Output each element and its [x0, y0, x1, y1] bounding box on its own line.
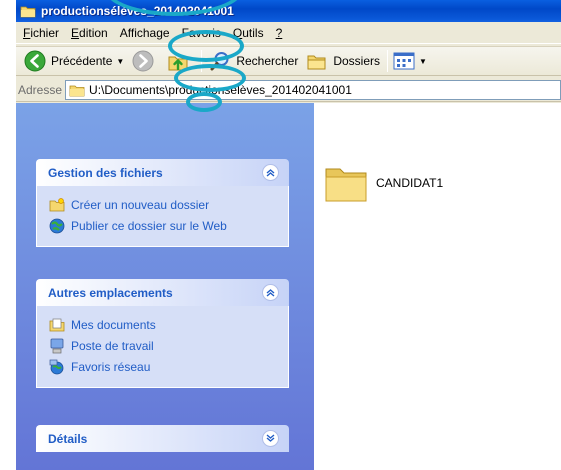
chevron-down-icon[interactable]: ▼: [116, 57, 124, 66]
other-places-title: Autres emplacements: [48, 285, 173, 300]
file-tasks-header[interactable]: Gestion des fichiers: [36, 159, 289, 186]
task-new-folder-label: Créer un nouveau dossier: [71, 197, 210, 212]
toolbar: Précédente ▼ Rechercher Dossiers ▼: [16, 46, 561, 76]
title-bar[interactable]: productionsélèves_201402041001: [16, 0, 561, 22]
back-label: Précédente: [51, 54, 113, 68]
toolbar-separator: [201, 50, 203, 72]
collapse-icon[interactable]: [262, 284, 279, 301]
place-my-documents[interactable]: Mes documents: [49, 314, 278, 335]
details-header[interactable]: Détails: [36, 425, 289, 452]
folder-icon: [20, 6, 36, 18]
explorer-window: productionsélèves_201402041001 Fichier E…: [16, 0, 561, 470]
folders-icon: [307, 55, 326, 70]
folder-icon: [69, 85, 85, 96]
task-pane: Gestion des fichiers Créer un nouveau do…: [16, 103, 314, 470]
menu-edit[interactable]: Edition: [66, 26, 113, 40]
other-places-panel: Autres emplacements Mes documents Poste …: [36, 279, 289, 388]
up-folder-button[interactable]: [163, 48, 198, 74]
task-publish-web[interactable]: Publier ce dossier sur le Web: [49, 215, 278, 236]
up-folder-icon: [168, 56, 188, 71]
menu-favorites[interactable]: Favoris: [177, 26, 226, 40]
views-button[interactable]: ▼: [391, 49, 429, 73]
address-label: Adresse: [18, 82, 63, 97]
other-places-body: Mes documents Poste de travail Favoris r…: [36, 306, 289, 388]
place-my-computer-label: Poste de travail: [71, 338, 154, 353]
toolbar-separator: [387, 50, 389, 72]
folders-button[interactable]: Dossiers: [302, 48, 384, 74]
chevron-down-icon[interactable]: ▼: [419, 57, 427, 66]
folders-label: Dossiers: [333, 54, 381, 68]
task-new-folder[interactable]: Créer un nouveau dossier: [49, 194, 278, 215]
network-places-icon: [49, 359, 64, 374]
expand-icon[interactable]: [262, 430, 279, 447]
menu-help[interactable]: ?: [271, 26, 288, 40]
other-places-header[interactable]: Autres emplacements: [36, 279, 289, 306]
place-network[interactable]: Favoris réseau: [49, 356, 278, 377]
folder-icon: [325, 168, 367, 202]
file-list-pane: CANDIDAT1: [314, 103, 561, 470]
new-folder-icon: [49, 197, 65, 211]
forward-button[interactable]: [128, 48, 163, 74]
folder-name: CANDIDAT1: [376, 176, 444, 190]
forward-arrow-icon: [132, 50, 154, 72]
views-icon: [393, 52, 415, 70]
place-my-documents-label: Mes documents: [71, 317, 156, 332]
place-network-label: Favoris réseau: [71, 359, 151, 374]
address-bar: Adresse U:\Documents\productionsélèves_2…: [16, 78, 561, 102]
my-documents-icon: [49, 318, 65, 331]
details-title: Détails: [48, 431, 88, 446]
address-input[interactable]: U:\Documents\productionsélèves_201402041…: [65, 79, 561, 100]
address-path: U:\Documents\productionsélèves_201402041…: [89, 82, 352, 97]
back-button[interactable]: Précédente ▼: [20, 48, 128, 74]
menu-file[interactable]: Fichier: [18, 26, 64, 40]
search-button[interactable]: Rechercher: [205, 48, 302, 74]
place-my-computer[interactable]: Poste de travail: [49, 335, 278, 356]
back-arrow-icon: [24, 50, 46, 72]
folder-item[interactable]: CANDIDAT1: [324, 163, 443, 203]
details-panel: Détails: [36, 425, 289, 452]
file-tasks-title: Gestion des fichiers: [48, 165, 163, 180]
menu-view[interactable]: Affichage: [115, 26, 175, 40]
file-tasks-body: Créer un nouveau dossier Publier ce doss…: [36, 186, 289, 247]
globe-icon: [49, 218, 65, 233]
search-label: Rechercher: [236, 54, 299, 68]
menu-bar: Fichier Edition Affichage Favoris Outils…: [16, 22, 561, 44]
file-tasks-panel: Gestion des fichiers Créer un nouveau do…: [36, 159, 289, 247]
search-icon: [210, 52, 229, 71]
collapse-icon[interactable]: [262, 164, 279, 181]
menu-tools[interactable]: Outils: [228, 26, 269, 40]
task-publish-web-label: Publier ce dossier sur le Web: [71, 218, 227, 233]
window-title: productionsélèves_201402041001: [41, 4, 234, 18]
my-computer-icon: [50, 338, 64, 353]
